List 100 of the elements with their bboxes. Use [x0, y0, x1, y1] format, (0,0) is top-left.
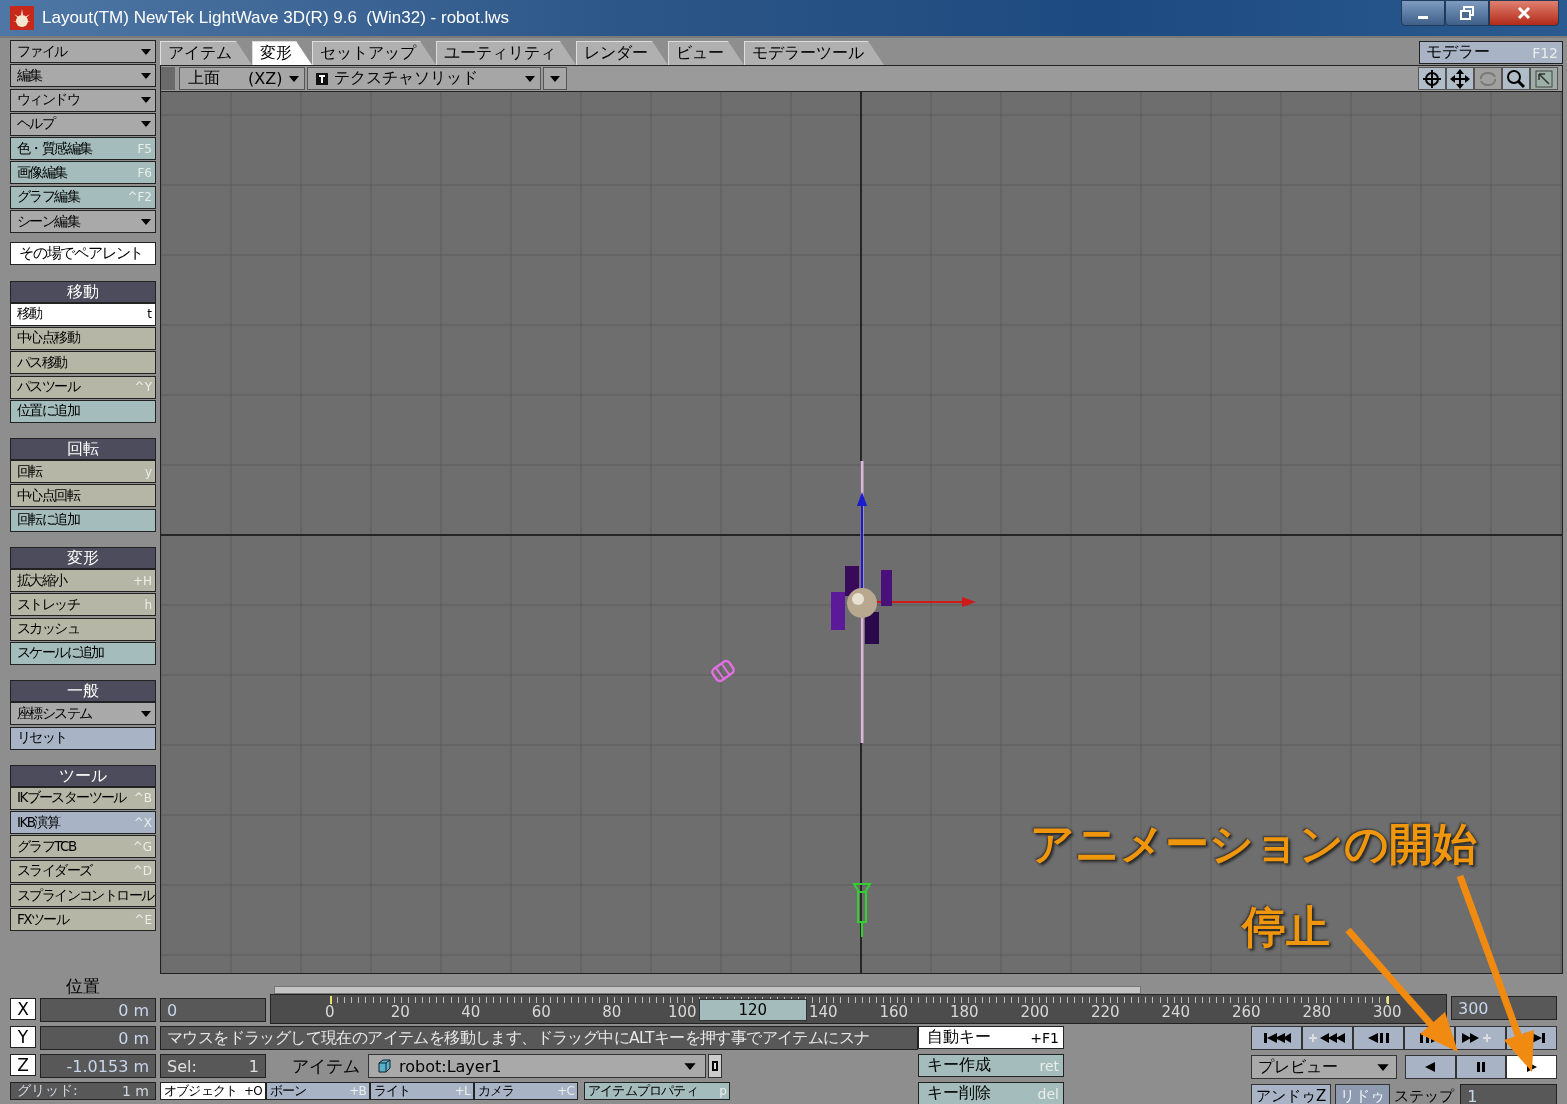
zoom-button[interactable]	[1502, 67, 1530, 90]
tool-button[interactable]: ストレッチ h	[10, 593, 156, 617]
previous-key-button[interactable]	[1302, 1026, 1353, 1050]
status-message: マウスをドラッグして現在のアイテムを移動します、ドラッグ中にALTキーを押す事でアイテムにスナ	[160, 1026, 918, 1050]
tool-button[interactable]: 回転に追加	[10, 508, 156, 532]
item-properties-button[interactable]: アイテムプロパティ p	[584, 1082, 730, 1100]
timeline-ruler[interactable]: 0 20 40 60 80 100 120 140 160 180 200 220 240 260 280 300	[270, 994, 1447, 1024]
tick-label: 0	[325, 1003, 335, 1021]
tool-button[interactable]: 拡大縮小 +H	[10, 569, 156, 593]
key-button[interactable]: キー作成 ret	[918, 1054, 1064, 1077]
item-type-button[interactable]: ボーン +B	[266, 1082, 370, 1100]
preview-dropdown[interactable]: プレビュー	[1251, 1055, 1397, 1079]
item-type-button[interactable]: カメラ +C	[474, 1082, 578, 1100]
item-type-button[interactable]: ライト +L	[370, 1082, 474, 1100]
tool-button[interactable]: スケールに追加	[10, 641, 156, 665]
tool-button[interactable]: 移動 t	[10, 302, 156, 326]
tool-button[interactable]: 座標システム	[10, 702, 156, 726]
section-header: 移動	[10, 280, 156, 303]
current-frame-field[interactable]: 0	[160, 998, 266, 1022]
next-key-button[interactable]	[1455, 1026, 1506, 1050]
item-dropdown[interactable]: robot:Layer1	[368, 1054, 706, 1078]
light-drawing	[709, 658, 737, 684]
tab[interactable]: 変形	[252, 41, 312, 65]
playhead-marker	[329, 996, 332, 1004]
minimize-icon	[1418, 15, 1428, 19]
step-field[interactable]: 1	[1460, 1084, 1557, 1104]
render-mode-dropdown[interactable]: テクスチャソリッド	[307, 67, 542, 90]
tool-button[interactable]: 中心点移動	[10, 326, 156, 350]
tick-label: 260	[1231, 1003, 1261, 1021]
pan-view-button[interactable]	[1446, 67, 1474, 90]
four-arrows-icon	[1450, 68, 1470, 89]
undo-button[interactable]: アンドゥZ	[1251, 1084, 1332, 1104]
section-header: ツール	[10, 764, 156, 787]
tab[interactable]: モデラーツール	[744, 41, 884, 65]
key-button[interactable]: 自動キー +F1	[918, 1026, 1064, 1049]
tab[interactable]: レンダー	[576, 41, 668, 65]
menu-button[interactable]: グラフ編集 ^F2	[10, 185, 156, 209]
menu-button[interactable]: シーン編集	[10, 210, 156, 234]
close-button[interactable]	[1489, 0, 1559, 26]
tool-button[interactable]: 回転 y	[10, 460, 156, 484]
tool-button[interactable]: スライダーズ ^D	[10, 859, 156, 883]
tab[interactable]: セットアップ	[312, 41, 436, 65]
maximize-button[interactable]	[1445, 0, 1489, 26]
item-type-button[interactable]: オブジェクト +O	[160, 1082, 266, 1100]
menu-button[interactable]: ヘルプ	[10, 112, 156, 136]
position-field[interactable]: 0 m	[40, 1026, 156, 1050]
axis-button[interactable]: X	[10, 998, 36, 1020]
toolbar-handle[interactable]	[161, 67, 175, 90]
end-frame-field[interactable]: 300	[1451, 996, 1557, 1020]
tick-label: 240	[1161, 1003, 1191, 1021]
texture-icon	[316, 72, 329, 85]
maximize-viewport-button[interactable]	[1530, 67, 1558, 90]
first-frame-button[interactable]	[1251, 1026, 1302, 1050]
tool-button[interactable]: FXツール ^E	[10, 908, 156, 932]
tick-label: 280	[1302, 1003, 1332, 1021]
menu-button[interactable]: 画像編集 F6	[10, 161, 156, 185]
step-back-icon	[1366, 1032, 1391, 1044]
tick-label: 80	[602, 1003, 622, 1021]
menu-button[interactable]: ファイル	[10, 40, 156, 63]
tool-button[interactable]: スプラインコントロール	[10, 884, 156, 907]
position-field[interactable]: -1.0153 m	[40, 1054, 156, 1078]
pause-button[interactable]	[1455, 1055, 1507, 1079]
key-button[interactable]: キー削除 del	[918, 1082, 1064, 1104]
tool-button[interactable]: スカッシュ	[10, 617, 156, 641]
skip-back-icon	[1261, 1032, 1292, 1044]
tool-button[interactable]: パス移動	[10, 351, 156, 375]
modeler-button[interactable]: モデラー F12	[1419, 41, 1563, 64]
menu-button[interactable]: 色・質感編集 F5	[10, 137, 156, 161]
caret-icon	[524, 74, 537, 83]
tool-button[interactable]: 位置に追加	[10, 399, 156, 423]
tool-button[interactable]: パスツール ^Y	[10, 375, 156, 399]
tool-button[interactable]: IKB演算 ^X	[10, 811, 156, 835]
move-view-button[interactable]	[1418, 67, 1446, 90]
minimize-button[interactable]	[1401, 0, 1445, 26]
parent-in-place-toggle[interactable]: その場でペアレント	[10, 242, 156, 266]
camera-drawing	[852, 883, 872, 938]
tool-button[interactable]: グラフTCB ^G	[10, 835, 156, 859]
position-field[interactable]: 0 m	[40, 998, 156, 1022]
axis-button[interactable]: Y	[10, 1026, 36, 1048]
viewport-options-button[interactable]	[543, 67, 568, 90]
tab[interactable]: ユーティリティ	[436, 41, 576, 65]
axis-button[interactable]: Z	[10, 1054, 36, 1076]
tool-button[interactable]: IKブースターツール ^B	[10, 786, 156, 810]
menu-button[interactable]: 編集	[10, 64, 156, 88]
restore-icon	[1460, 6, 1474, 20]
tab[interactable]: アイテム	[160, 41, 252, 65]
tick-label: 140	[808, 1003, 838, 1021]
step-label: ステップ	[1394, 1086, 1455, 1104]
menu-button[interactable]: ウィンドウ	[10, 88, 156, 112]
item-edit-button[interactable]	[708, 1054, 722, 1078]
frame-slider-thumb[interactable]: 120	[698, 999, 807, 1021]
grid-size-field[interactable]: グリッド: 1 m	[10, 1082, 156, 1100]
tool-button[interactable]: リセット	[10, 726, 156, 750]
previous-frame-button[interactable]	[1353, 1026, 1404, 1050]
tab[interactable]: ビュー	[668, 41, 744, 65]
timeline-scrollbar[interactable]	[274, 986, 1141, 994]
tick-label: 60	[531, 1003, 551, 1021]
reverse-button[interactable]	[1405, 1055, 1456, 1079]
tool-button[interactable]: 中心点回転	[10, 484, 156, 508]
view-dropdown[interactable]: 上面 (XZ)	[179, 67, 306, 90]
